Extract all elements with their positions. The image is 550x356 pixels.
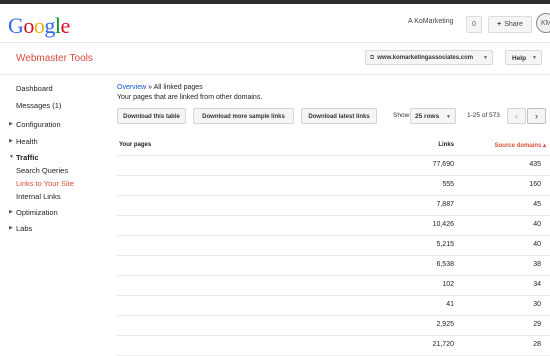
logo-letter: o bbox=[33, 13, 45, 38]
column-header-source-domains[interactable]: Source domains ▴ bbox=[495, 142, 546, 149]
table-row[interactable]: 2,925 29 bbox=[117, 316, 550, 336]
links-count: 5,215 bbox=[436, 241, 454, 248]
site-selector[interactable]: ⧉ www.komarketingassociates.com ▼ bbox=[365, 50, 493, 65]
rows-per-page-value: 25 rows bbox=[415, 113, 440, 120]
links-count: 555 bbox=[442, 181, 454, 188]
breadcrumb-overview-link[interactable]: Overview bbox=[117, 84, 146, 91]
links-count: 102 bbox=[442, 281, 454, 288]
expand-arrow-icon: ▶ bbox=[9, 225, 13, 231]
table-row[interactable]: 10,426 40 bbox=[117, 216, 550, 236]
sidebar-item-search-queries[interactable]: Search Queries bbox=[16, 166, 68, 175]
google-logo[interactable]: Google bbox=[8, 13, 70, 39]
table-row[interactable]: 77,690 435 bbox=[117, 156, 550, 176]
page-subtitle: Your pages that are linked from other do… bbox=[117, 94, 263, 101]
sidebar-item-optimization[interactable]: ▶ Optimization bbox=[9, 208, 58, 217]
rows-per-page-select[interactable]: 25 rows ▼ bbox=[410, 108, 456, 124]
source-domains-count: 30 bbox=[533, 301, 541, 308]
share-button[interactable]: + Share bbox=[488, 16, 532, 33]
share-label: Share bbox=[504, 21, 523, 28]
expand-arrow-icon: ▶ bbox=[9, 121, 13, 127]
source-domains-count: 40 bbox=[533, 241, 541, 248]
source-domains-count: 29 bbox=[533, 321, 541, 328]
links-count: 2,925 bbox=[436, 321, 454, 328]
column-header-your-pages[interactable]: Your pages bbox=[119, 142, 151, 148]
notification-count-button[interactable]: 0 bbox=[466, 16, 482, 33]
chevron-left-icon: ‹ bbox=[515, 111, 518, 121]
app-title[interactable]: Webmaster Tools bbox=[16, 53, 93, 64]
expand-arrow-icon: ▶ bbox=[9, 138, 13, 144]
sidebar-item-configuration[interactable]: ▶ Configuration bbox=[9, 120, 61, 129]
table-row[interactable]: 7,887 45 bbox=[117, 196, 550, 216]
sidebar-item-labs[interactable]: ▶ Labs bbox=[9, 224, 33, 233]
sidebar-item-links-to-your-site[interactable]: Links to Your Site bbox=[16, 179, 74, 188]
chevron-down-icon: ▼ bbox=[483, 55, 488, 61]
source-domains-count: 34 bbox=[533, 281, 541, 288]
collapse-arrow-icon: ▼ bbox=[9, 154, 14, 160]
links-count: 77,690 bbox=[432, 161, 454, 168]
table-row[interactable]: 102 34 bbox=[117, 276, 550, 296]
sidebar-item-health[interactable]: ▶ Health bbox=[9, 137, 38, 146]
plus-icon: + bbox=[497, 21, 502, 28]
source-domains-count: 160 bbox=[529, 181, 541, 188]
avatar[interactable]: KM bbox=[536, 13, 550, 33]
help-button[interactable]: Help ▼ bbox=[505, 50, 542, 65]
source-domains-count: 45 bbox=[533, 201, 541, 208]
app-header: Webmaster Tools ⧉ www.komarketingassociat… bbox=[0, 43, 550, 75]
sidebar-item-label: Health bbox=[16, 137, 38, 146]
account-name-link[interactable]: A KoMarketing bbox=[408, 18, 454, 25]
table-row[interactable]: 21,720 28 bbox=[117, 336, 550, 356]
download-table-button[interactable]: Download this table bbox=[117, 108, 186, 124]
table-row[interactable]: 5,215 40 bbox=[117, 236, 550, 256]
download-latest-links-button[interactable]: Download latest links bbox=[301, 108, 377, 124]
source-domains-count: 28 bbox=[533, 341, 541, 348]
links-count: 6,538 bbox=[436, 261, 454, 268]
sidebar-item-internal-links[interactable]: Internal Links bbox=[16, 192, 61, 201]
chevron-right-icon: › bbox=[535, 111, 538, 121]
sidebar-item-traffic[interactable]: ▼ Traffic bbox=[9, 153, 39, 162]
column-header-links[interactable]: Links bbox=[438, 142, 454, 148]
source-domains-count: 38 bbox=[533, 261, 541, 268]
links-count: 7,887 bbox=[436, 201, 454, 208]
pagination-range: 1-25 of 573 bbox=[467, 112, 500, 119]
sidebar-item-label: Traffic bbox=[16, 153, 39, 162]
breadcrumb-separator: » bbox=[148, 84, 153, 91]
site-icon: ⧉ bbox=[370, 55, 375, 61]
next-page-button[interactable]: › bbox=[527, 108, 546, 124]
table-row[interactable]: 41 30 bbox=[117, 296, 550, 316]
table-row[interactable]: 6,538 38 bbox=[117, 256, 550, 276]
links-count: 10,426 bbox=[432, 221, 454, 228]
sidebar-item-label: Labs bbox=[16, 224, 33, 233]
sidebar-item-label: Optimization bbox=[16, 208, 58, 217]
chevron-down-icon: ▼ bbox=[446, 114, 451, 120]
links-count: 21,720 bbox=[432, 341, 454, 348]
source-domains-count: 40 bbox=[533, 221, 541, 228]
linked-pages-table: 77,690 435 555 160 7,887 45 10,426 40 5,215 4… bbox=[117, 156, 550, 356]
logo-letter: o bbox=[23, 13, 34, 38]
logo-letter: g bbox=[44, 13, 55, 38]
table-header: Your pages Links Source domains ▴ bbox=[117, 138, 550, 156]
logo-letter: e bbox=[60, 13, 71, 38]
site-selector-label: www.komarketingassociates.com bbox=[377, 55, 474, 61]
expand-arrow-icon: ▶ bbox=[9, 209, 13, 215]
table-row[interactable]: 555 160 bbox=[117, 176, 550, 196]
chevron-down-icon: ▼ bbox=[532, 55, 537, 61]
download-more-sample-links-button[interactable]: Download more sample links bbox=[193, 108, 294, 124]
sidebar-item-messages[interactable]: Messages (1) bbox=[16, 101, 61, 110]
show-label: Show bbox=[393, 112, 410, 119]
links-count: 41 bbox=[446, 301, 454, 308]
logo-letter: G bbox=[8, 13, 24, 38]
previous-page-button[interactable]: ‹ bbox=[507, 108, 526, 124]
google-bar: Google A KoMarketing 0 +Share KM bbox=[0, 4, 550, 43]
page-title: All linked pages bbox=[153, 84, 203, 91]
source-domains-count: 435 bbox=[529, 161, 541, 168]
sidebar-item-label: Configuration bbox=[16, 120, 61, 129]
breadcrumb: Overview » All linked pages bbox=[117, 84, 203, 91]
sidebar-item-dashboard[interactable]: Dashboard bbox=[16, 84, 53, 93]
help-label: Help bbox=[512, 55, 527, 62]
